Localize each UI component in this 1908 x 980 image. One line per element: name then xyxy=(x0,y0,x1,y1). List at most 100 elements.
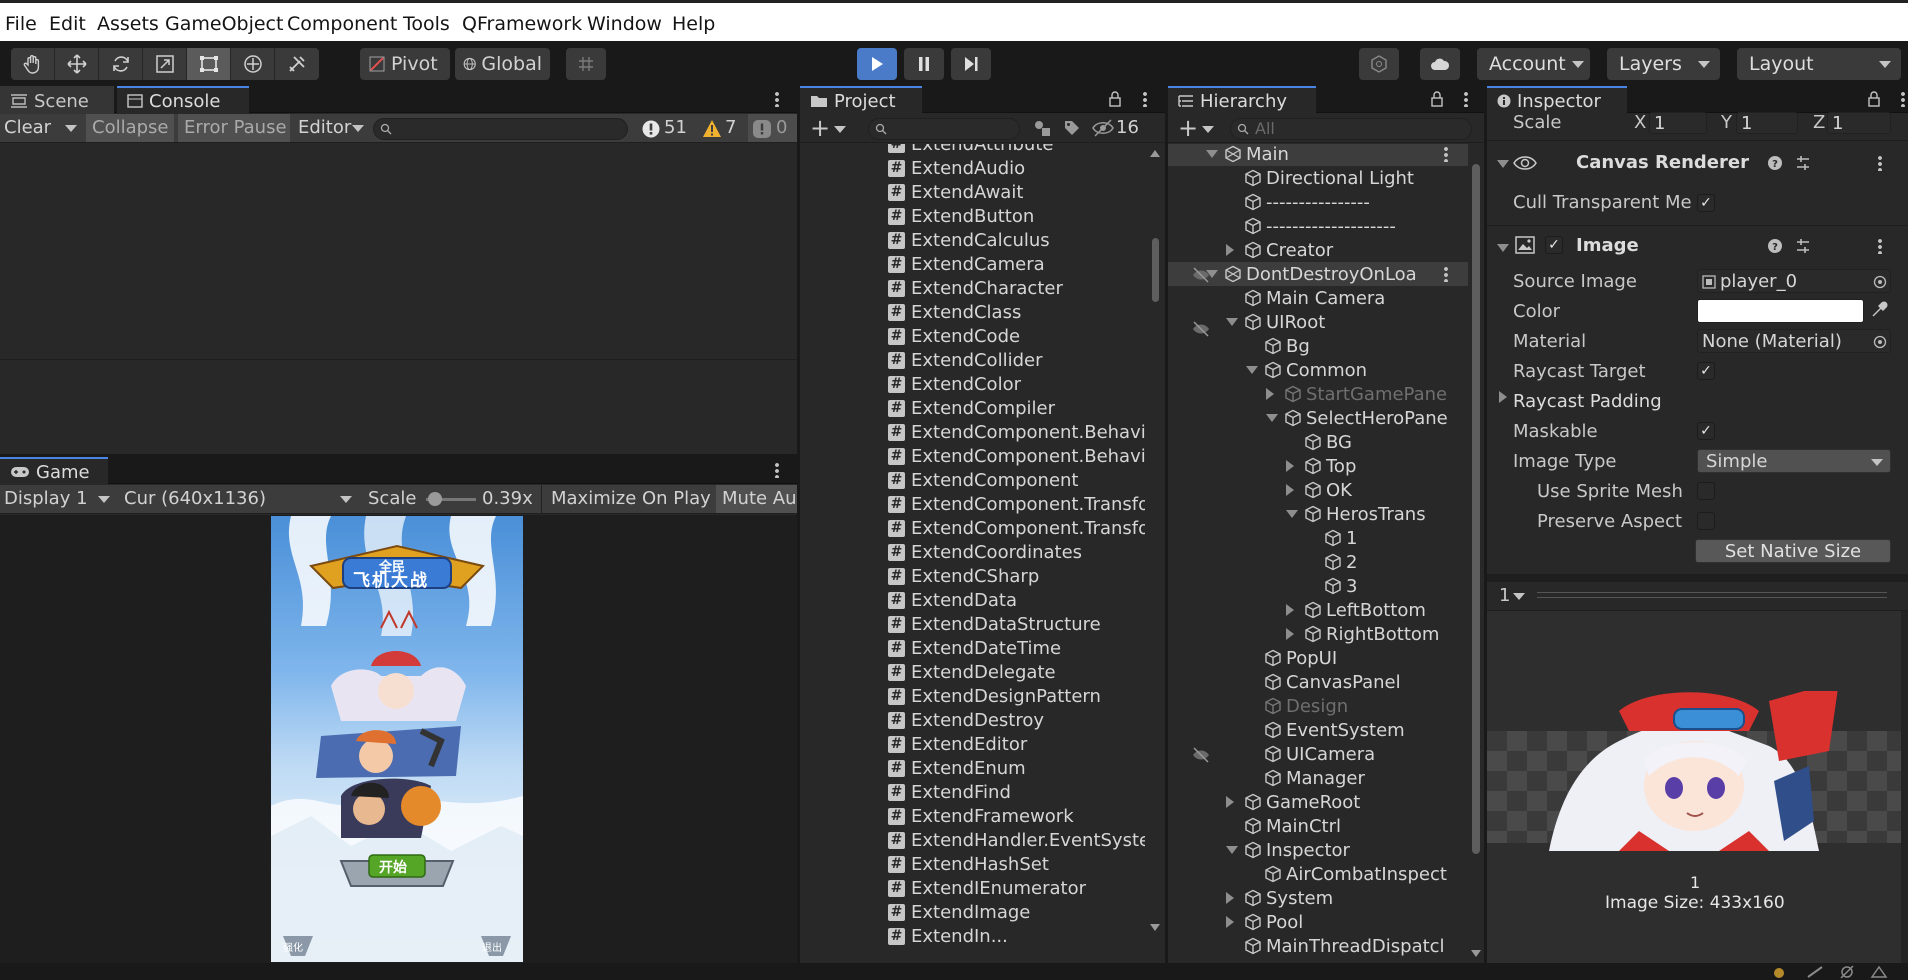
global-toggle[interactable]: Global xyxy=(455,48,550,80)
editor-dropdown[interactable]: Editor xyxy=(298,117,351,138)
error-pause-button[interactable]: Error Pause xyxy=(184,117,287,138)
lock-icon[interactable] xyxy=(1867,91,1881,107)
rect-tool-icon[interactable] xyxy=(187,48,231,80)
use-sprite-mesh-checkbox[interactable] xyxy=(1697,482,1715,500)
hierarchy-item[interactable]: StartGamePane xyxy=(1284,382,1447,406)
hierarchy-item[interactable]: Top xyxy=(1304,454,1356,478)
tab-console[interactable]: Console xyxy=(117,86,249,114)
project-item[interactable]: # ExtendCharacter xyxy=(888,276,1063,300)
menu-gameobject[interactable]: GameObject xyxy=(165,13,283,35)
menu-window[interactable]: Window xyxy=(587,13,662,35)
menu-file[interactable]: File xyxy=(5,13,37,35)
scale-x-field[interactable]: 1 xyxy=(1649,112,1707,134)
step-button[interactable] xyxy=(951,48,991,80)
hierarchy-item[interactable]: UIRoot xyxy=(1244,310,1325,334)
hand-tool-icon[interactable] xyxy=(11,48,55,80)
hierarchy-item[interactable]: Common xyxy=(1264,358,1367,382)
hierarchy-item[interactable]: Directional Light xyxy=(1244,166,1414,190)
hierarchy-item[interactable]: HerosTrans xyxy=(1304,502,1426,526)
raycast-target-checkbox[interactable]: ✓ xyxy=(1697,362,1715,380)
collapse-arrow-icon[interactable] xyxy=(1497,160,1509,168)
project-item[interactable]: # ExtendFramework xyxy=(888,804,1074,828)
expand-arrow-icon[interactable] xyxy=(1286,484,1294,496)
project-item[interactable]: # ExtendHandler.EventSyste xyxy=(888,828,1145,852)
hierarchy-item[interactable]: -------------------- xyxy=(1244,214,1396,238)
mute-audio-button[interactable]: Mute Au xyxy=(722,488,797,509)
custom-tool-icon[interactable] xyxy=(275,48,319,80)
scroll-up-icon[interactable] xyxy=(1150,150,1160,157)
project-item[interactable]: # ExtendCSharp xyxy=(888,564,1039,588)
hierarchy-item[interactable]: Pool xyxy=(1244,910,1303,934)
hidden-eye-icon[interactable] xyxy=(1092,119,1114,137)
project-item[interactable]: # ExtendColor xyxy=(888,372,1021,396)
project-item[interactable]: # ExtendComponent xyxy=(888,468,1079,492)
hierarchy-item[interactable]: Design xyxy=(1264,694,1348,718)
layers-dropdown[interactable]: Layers xyxy=(1607,48,1720,80)
hierarchy-scene[interactable]: Main xyxy=(1224,144,1289,166)
hidden-eye-icon[interactable] xyxy=(1192,746,1210,764)
project-item[interactable]: # ExtendDelegate xyxy=(888,660,1056,684)
hierarchy-item[interactable]: UICamera xyxy=(1264,742,1375,766)
hierarchy-item[interactable]: LeftBottom xyxy=(1304,598,1426,622)
more-options-icon[interactable] xyxy=(1464,91,1468,107)
lock-icon[interactable] xyxy=(1430,91,1444,107)
project-search-input[interactable] xyxy=(868,118,1020,140)
menu-assets[interactable]: Assets xyxy=(97,13,159,35)
hierarchy-item[interactable]: Main Camera xyxy=(1244,286,1385,310)
scale-slider-handle[interactable] xyxy=(428,492,442,506)
info-icon[interactable] xyxy=(752,119,772,139)
hidden-eye-icon[interactable] xyxy=(1192,266,1210,284)
project-item[interactable]: # ExtendIn... xyxy=(888,924,1008,948)
more-options-icon[interactable] xyxy=(1901,91,1905,107)
project-item[interactable]: # ExtendCalculus xyxy=(888,228,1050,252)
menu-help[interactable]: Help xyxy=(672,13,715,35)
tab-scene[interactable]: Scene xyxy=(0,86,114,114)
component-menu-icon[interactable] xyxy=(1878,238,1882,254)
cache-icon[interactable] xyxy=(1838,965,1856,979)
expand-arrow-icon[interactable] xyxy=(1226,244,1234,256)
clear-button[interactable]: Clear xyxy=(4,117,51,138)
image-type-dropdown[interactable]: Simple xyxy=(1697,449,1891,473)
project-item[interactable]: # ExtendCompiler xyxy=(888,396,1055,420)
hierarchy-item[interactable]: PopUI xyxy=(1264,646,1337,670)
project-item[interactable]: # ExtendComponent.Transfo xyxy=(888,516,1145,540)
scale-y-field[interactable]: 1 xyxy=(1736,112,1798,134)
tag-icon[interactable] xyxy=(1063,119,1081,137)
lock-icon[interactable] xyxy=(1108,91,1122,107)
project-item[interactable]: # ExtendDestroy xyxy=(888,708,1044,732)
hierarchy-item[interactable]: AirCombatInspect xyxy=(1264,862,1447,886)
scale-z-field[interactable]: 1 xyxy=(1827,112,1891,134)
cull-transparent-checkbox[interactable]: ✓ xyxy=(1697,194,1715,212)
expand-arrow-icon[interactable] xyxy=(1286,460,1294,472)
more-options-icon[interactable] xyxy=(1143,91,1147,107)
project-item[interactable]: # ExtendAwait xyxy=(888,180,1023,204)
hierarchy-item[interactable]: MainThreadDispatcl xyxy=(1244,934,1445,958)
hierarchy-item[interactable]: RightBottom xyxy=(1304,622,1439,646)
chevron-down-icon[interactable] xyxy=(1513,593,1525,600)
hierarchy-item[interactable]: OK xyxy=(1304,478,1352,502)
project-item[interactable]: # ExtendButton xyxy=(888,204,1034,228)
menu-edit[interactable]: Edit xyxy=(49,13,86,35)
project-item[interactable]: # ExtendCoordinates xyxy=(888,540,1082,564)
preserve-aspect-checkbox[interactable] xyxy=(1697,512,1715,530)
layout-dropdown[interactable]: Layout xyxy=(1737,48,1901,80)
pause-button[interactable] xyxy=(904,48,944,80)
progress-icon[interactable] xyxy=(1806,965,1824,979)
hierarchy-item[interactable]: Creator xyxy=(1244,238,1333,262)
scrollbar-thumb[interactable] xyxy=(1152,238,1159,302)
set-native-size-button[interactable]: Set Native Size xyxy=(1695,539,1891,563)
expand-arrow-icon[interactable] xyxy=(1226,916,1234,928)
pivot-toggle[interactable]: Pivot xyxy=(360,48,450,80)
scroll-down-icon[interactable] xyxy=(1150,924,1160,931)
collapse-arrow-icon[interactable] xyxy=(1206,150,1218,158)
help-icon[interactable]: ? xyxy=(1767,238,1783,254)
scene-menu-icon[interactable] xyxy=(1444,266,1448,282)
menu-component[interactable]: Component xyxy=(287,13,397,35)
more-options-icon[interactable] xyxy=(775,91,779,107)
collapse-arrow-icon[interactable] xyxy=(1497,244,1509,252)
game-screen[interactable]: 全民 飞机大战 开始 强化 退出 xyxy=(271,516,523,962)
expand-arrow-icon[interactable] xyxy=(1286,604,1294,616)
menu-qframework[interactable]: QFramework xyxy=(462,13,582,35)
collapse-arrow-icon[interactable] xyxy=(1226,846,1238,854)
expand-arrow-icon[interactable] xyxy=(1266,388,1274,400)
